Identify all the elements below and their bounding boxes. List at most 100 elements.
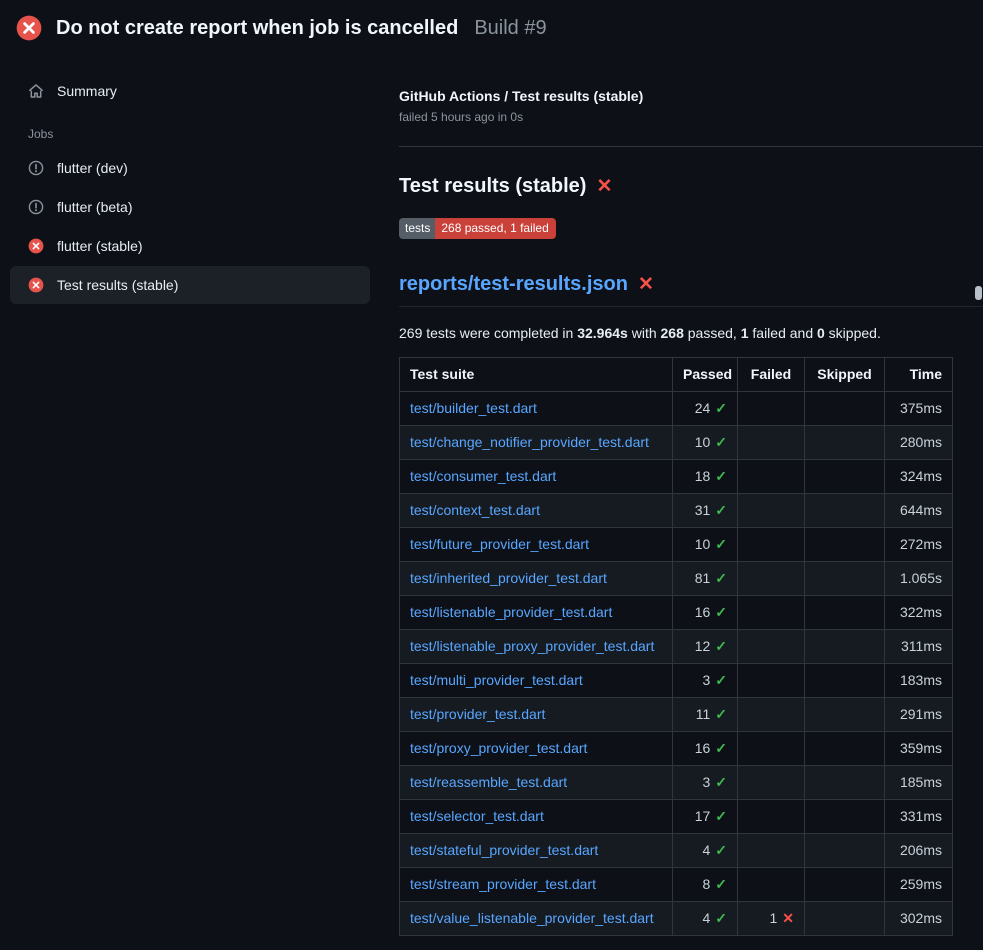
- failed-status-icon: [28, 238, 44, 254]
- skipped-count: [805, 426, 885, 460]
- table-row: test/listenable_provider_test.dart 16✓ ✕…: [400, 596, 953, 630]
- skipped-count: [805, 868, 885, 902]
- suite-link[interactable]: test/multi_provider_test.dart: [410, 672, 583, 688]
- passed-count: 81: [695, 570, 711, 586]
- table-row: test/inherited_provider_test.dart 81✓ ✕ …: [400, 562, 953, 596]
- suite-link[interactable]: test/provider_test.dart: [410, 706, 545, 722]
- job-detail-panel: GitHub Actions / Test results (stable) f…: [380, 56, 983, 936]
- table-row: test/future_provider_test.dart 10✓ ✕ 272…: [400, 528, 953, 562]
- time-value: 324ms: [885, 460, 953, 494]
- failed-x-icon: ✕: [638, 275, 654, 294]
- passed-count: 3: [702, 774, 710, 790]
- suite-link[interactable]: test/consumer_test.dart: [410, 468, 556, 484]
- table-row: test/proxy_provider_test.dart 16✓ ✕ 359m…: [400, 732, 953, 766]
- suite-link[interactable]: test/inherited_provider_test.dart: [410, 570, 607, 586]
- suite-link[interactable]: test/reassemble_test.dart: [410, 774, 567, 790]
- col-header-passed: Passed: [673, 358, 738, 392]
- passed-count: 3: [702, 672, 710, 688]
- skipped-count: [805, 698, 885, 732]
- time-value: 322ms: [885, 596, 953, 630]
- suite-link[interactable]: test/selector_test.dart: [410, 808, 544, 824]
- skipped-count: [805, 528, 885, 562]
- table-row: test/selector_test.dart 17✓ ✕ 331ms: [400, 800, 953, 834]
- check-run-title: Test results (stable) ✕: [399, 175, 952, 198]
- check-run-title-text: Test results (stable): [399, 175, 586, 198]
- cancelled-status-icon: [28, 199, 44, 215]
- time-value: 644ms: [885, 494, 953, 528]
- sidebar-job-label: Test results (stable): [57, 277, 178, 293]
- check-icon: ✓: [715, 740, 727, 756]
- check-icon: ✓: [715, 910, 727, 926]
- suite-link[interactable]: test/builder_test.dart: [410, 400, 537, 416]
- suite-link[interactable]: test/value_listenable_provider_test.dart: [410, 910, 654, 926]
- skipped-count: [805, 834, 885, 868]
- report-link[interactable]: reports/test-results.json: [399, 273, 628, 296]
- home-icon: [28, 83, 44, 99]
- time-value: 272ms: [885, 528, 953, 562]
- sidebar-item-flutter-dev[interactable]: flutter (dev): [10, 149, 370, 187]
- skipped-count: [805, 732, 885, 766]
- failed-x-icon: ✕: [596, 177, 612, 196]
- skipped-count: [805, 902, 885, 936]
- passed-count: 17: [695, 808, 711, 824]
- table-row: test/builder_test.dart 24✓ ✕ 375ms: [400, 392, 953, 426]
- scrollbar-thumb[interactable]: [975, 286, 982, 300]
- suite-link[interactable]: test/context_test.dart: [410, 502, 540, 518]
- time-value: 280ms: [885, 426, 953, 460]
- suite-link[interactable]: test/stream_provider_test.dart: [410, 876, 596, 892]
- badge-value: 268 passed, 1 failed: [435, 218, 555, 239]
- table-row: test/provider_test.dart 11✓ ✕ 291ms: [400, 698, 953, 732]
- x-icon: ✕: [782, 910, 794, 926]
- sidebar-job-label: flutter (beta): [57, 199, 132, 215]
- check-icon: ✓: [715, 842, 727, 858]
- jobs-section-heading: Jobs: [10, 111, 370, 149]
- summary-duration: 32.964s: [577, 325, 628, 341]
- passed-count: 10: [695, 536, 711, 552]
- passed-count: 16: [695, 740, 711, 756]
- table-row: test/stream_provider_test.dart 8✓ ✕ 259m…: [400, 868, 953, 902]
- sidebar-item-flutter-beta[interactable]: flutter (beta): [10, 188, 370, 226]
- skipped-count: [805, 800, 885, 834]
- sidebar-item-flutter-stable[interactable]: flutter (stable): [10, 227, 370, 265]
- check-icon: ✓: [715, 706, 727, 722]
- time-value: 331ms: [885, 800, 953, 834]
- time-value: 375ms: [885, 392, 953, 426]
- skipped-count: [805, 562, 885, 596]
- passed-count: 12: [695, 638, 711, 654]
- sidebar-item-summary[interactable]: Summary: [10, 72, 370, 110]
- cancelled-status-icon: [28, 160, 44, 176]
- check-icon: ✓: [715, 604, 727, 620]
- table-row: test/value_listenable_provider_test.dart…: [400, 902, 953, 936]
- sidebar-summary-label: Summary: [57, 83, 117, 99]
- test-results-table: Test suite Passed Failed Skipped Time te…: [399, 357, 953, 936]
- badge-label: tests: [399, 218, 435, 239]
- suite-link[interactable]: test/listenable_proxy_provider_test.dart: [410, 638, 654, 654]
- passed-count: 8: [702, 876, 710, 892]
- time-value: 302ms: [885, 902, 953, 936]
- skipped-count: [805, 766, 885, 800]
- skipped-count: [805, 596, 885, 630]
- suite-link[interactable]: test/stateful_provider_test.dart: [410, 842, 598, 858]
- tests-badge: tests 268 passed, 1 failed: [399, 218, 556, 239]
- summary-failed: 1: [741, 325, 749, 341]
- suite-link[interactable]: test/proxy_provider_test.dart: [410, 740, 587, 756]
- suite-link[interactable]: test/future_provider_test.dart: [410, 536, 589, 552]
- passed-count: 31: [695, 502, 711, 518]
- build-number: Build #9: [474, 17, 546, 40]
- breadcrumb: GitHub Actions / Test results (stable): [399, 88, 952, 104]
- time-value: 291ms: [885, 698, 953, 732]
- page-title: Do not create report when job is cancell…: [56, 17, 458, 40]
- failed-status-icon: [28, 277, 44, 293]
- failed-status-icon: [16, 15, 42, 41]
- sidebar-item-test-results-stable[interactable]: Test results (stable): [10, 266, 370, 304]
- suite-link[interactable]: test/listenable_provider_test.dart: [410, 604, 612, 620]
- run-meta: failed 5 hours ago in 0s: [399, 110, 952, 124]
- time-value: 1.065s: [885, 562, 953, 596]
- table-row: test/reassemble_test.dart 3✓ ✕ 185ms: [400, 766, 953, 800]
- summary-skipped: 0: [817, 325, 825, 341]
- failed-count: 1: [769, 910, 777, 926]
- suite-link[interactable]: test/change_notifier_provider_test.dart: [410, 434, 649, 450]
- test-summary: 269 tests were completed in 32.964s with…: [399, 325, 952, 341]
- time-value: 359ms: [885, 732, 953, 766]
- passed-count: 4: [702, 910, 710, 926]
